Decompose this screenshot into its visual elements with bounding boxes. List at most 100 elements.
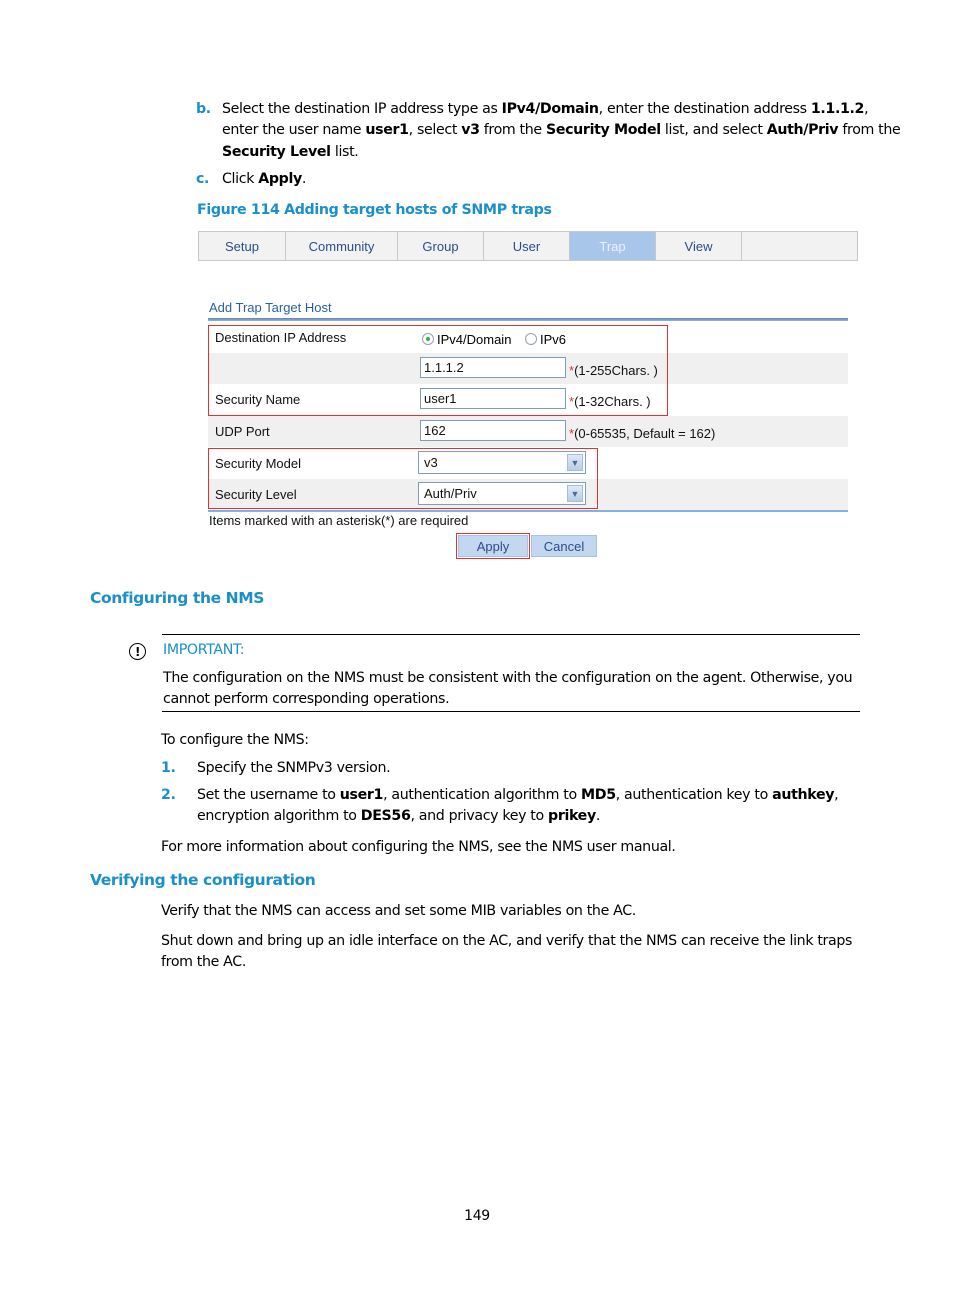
text: enter the user name xyxy=(222,122,366,138)
radio-label: IPv6 xyxy=(540,332,567,347)
ip-type-radio-ipv6[interactable]: IPv6 xyxy=(525,332,566,347)
step-2-line-2: encryption algorithm to DES56, and priva… xyxy=(197,806,600,828)
security-level-label: Security Level xyxy=(215,487,297,502)
security-model-select[interactable]: v3 ▼ xyxy=(418,451,586,474)
nms-intro: To configure the NMS: xyxy=(161,732,309,748)
udp-port-input[interactable]: 162 xyxy=(420,420,566,441)
step-number: 2. xyxy=(161,787,176,803)
exclamation-circle-icon: ! xyxy=(129,643,146,660)
step-number: 1. xyxy=(161,760,176,776)
bold-text: 1.1.1.2 xyxy=(810,101,865,117)
bold-text: authkey xyxy=(772,787,835,803)
tab-bar: Setup Community Group User Trap View xyxy=(198,231,858,261)
bold-text: v3 xyxy=(461,122,480,138)
hint-text: (1-255Chars. ) xyxy=(574,363,658,378)
cancel-button[interactable]: Cancel xyxy=(531,535,597,557)
chevron-down-icon[interactable]: ▼ xyxy=(567,454,583,471)
section-heading-configuring-nms: Configuring the NMS xyxy=(90,589,265,607)
hint-text: (1-32Chars. ) xyxy=(574,394,651,409)
text: Click xyxy=(222,171,259,187)
radio-checked-icon xyxy=(422,333,434,345)
step-letter: c. xyxy=(196,171,210,187)
destination-address-hint: *(1-255Chars. ) xyxy=(569,363,658,378)
text: list. xyxy=(330,144,359,160)
text: , authentication algorithm to xyxy=(383,787,581,803)
text: , select xyxy=(408,122,462,138)
text: encryption algorithm to xyxy=(197,808,361,824)
bold-text: Apply xyxy=(258,171,302,187)
security-name-row: Security Name user1 *(1-32Chars. ) xyxy=(208,384,848,415)
step-b-line-3: Security Level list. xyxy=(222,142,359,164)
step-b: b. xyxy=(196,99,211,121)
step-2-line-1: Set the username to user1, authenticatio… xyxy=(197,785,839,807)
tab-user[interactable]: User xyxy=(483,232,569,260)
destination-address-input[interactable]: 1.1.1.2 xyxy=(420,357,566,378)
destination-ip-row: Destination IP Address IPv4/Domain IPv6 xyxy=(208,322,848,353)
form-bottom-divider xyxy=(208,510,848,512)
text: . xyxy=(301,171,307,187)
bold-text: Security Model xyxy=(545,122,661,138)
text: from the xyxy=(479,122,546,138)
step-c-letter: c. xyxy=(196,169,209,191)
bold-text: user1 xyxy=(339,787,384,803)
important-text-line-2: cannot perform corresponding operations. xyxy=(163,691,450,707)
text: list, and select xyxy=(660,122,767,138)
security-name-label: Security Name xyxy=(215,392,301,407)
page-number: 149 xyxy=(464,1208,490,1224)
udp-port-label: UDP Port xyxy=(215,424,270,439)
destination-address-row: 1.1.1.2 *(1-255Chars. ) xyxy=(208,353,848,384)
tab-view[interactable]: View xyxy=(655,232,741,260)
tab-trap[interactable]: Trap xyxy=(569,232,655,260)
security-model-label: Security Model xyxy=(215,456,301,471)
bold-text: Security Level xyxy=(222,144,331,160)
text: Select the destination IP address type a… xyxy=(222,101,502,117)
tab-group[interactable]: Group xyxy=(397,232,483,260)
panel-divider xyxy=(208,318,848,321)
text: , enter the destination address xyxy=(598,101,811,117)
text: Set the username to xyxy=(197,787,340,803)
bold-text: user1 xyxy=(365,122,409,138)
text: , xyxy=(864,101,869,117)
step-1-text: Specify the SNMPv3 version. xyxy=(197,760,391,776)
tab-setup[interactable]: Setup xyxy=(198,232,285,260)
selected-value: Auth/Priv xyxy=(424,486,477,501)
bold-text: MD5 xyxy=(581,787,616,803)
important-bottom-rule xyxy=(162,711,860,712)
selected-value: v3 xyxy=(424,455,438,470)
step-b-line-2: enter the user name user1, select v3 fro… xyxy=(222,120,901,142)
bold-text: DES56 xyxy=(360,808,411,824)
hint-text: (0-65535, Default = 162) xyxy=(574,426,716,441)
tab-spacer xyxy=(741,232,857,260)
apply-button[interactable]: Apply xyxy=(458,535,528,557)
step-c: Click Apply. xyxy=(222,169,306,191)
ip-type-radio-ipv4[interactable]: IPv4/Domain xyxy=(422,332,511,347)
required-note: Items marked with an asterisk(*) are req… xyxy=(209,513,469,528)
section-heading-verifying: Verifying the configuration xyxy=(90,871,316,889)
panel-title: Add Trap Target Host xyxy=(209,300,332,315)
text: , and privacy key to xyxy=(410,808,549,824)
step-letter: b. xyxy=(196,101,211,117)
important-top-rule xyxy=(162,634,860,635)
nms-more-info: For more information about configuring t… xyxy=(161,839,676,855)
text: , authentication key to xyxy=(615,787,773,803)
important-label: IMPORTANT: xyxy=(163,642,245,658)
tab-community[interactable]: Community xyxy=(285,232,397,260)
security-model-row: Security Model v3 ▼ xyxy=(208,448,848,479)
step-b-line-1: Select the destination IP address type a… xyxy=(222,99,869,121)
security-level-row: Security Level Auth/Priv ▼ xyxy=(208,479,848,510)
verify-para-1: Verify that the NMS can access and set s… xyxy=(161,903,636,919)
security-name-hint: *(1-32Chars. ) xyxy=(569,394,651,409)
udp-port-row: UDP Port 162 *(0-65535, Default = 162) xyxy=(208,416,848,447)
security-name-input[interactable]: user1 xyxy=(420,388,566,409)
radio-unchecked-icon xyxy=(525,333,537,345)
verify-para-2-line-2: from the AC. xyxy=(161,954,246,970)
verify-para-2-line-1: Shut down and bring up an idle interface… xyxy=(161,933,853,949)
bold-text: Auth/Priv xyxy=(766,122,839,138)
text: . xyxy=(595,808,601,824)
chevron-down-icon[interactable]: ▼ xyxy=(567,485,583,502)
security-level-select[interactable]: Auth/Priv ▼ xyxy=(418,482,586,505)
text: from the xyxy=(838,122,901,138)
figure-caption: Figure 114 Adding target hosts of SNMP t… xyxy=(197,202,552,218)
text: , xyxy=(834,787,839,803)
radio-label: IPv4/Domain xyxy=(437,332,512,347)
